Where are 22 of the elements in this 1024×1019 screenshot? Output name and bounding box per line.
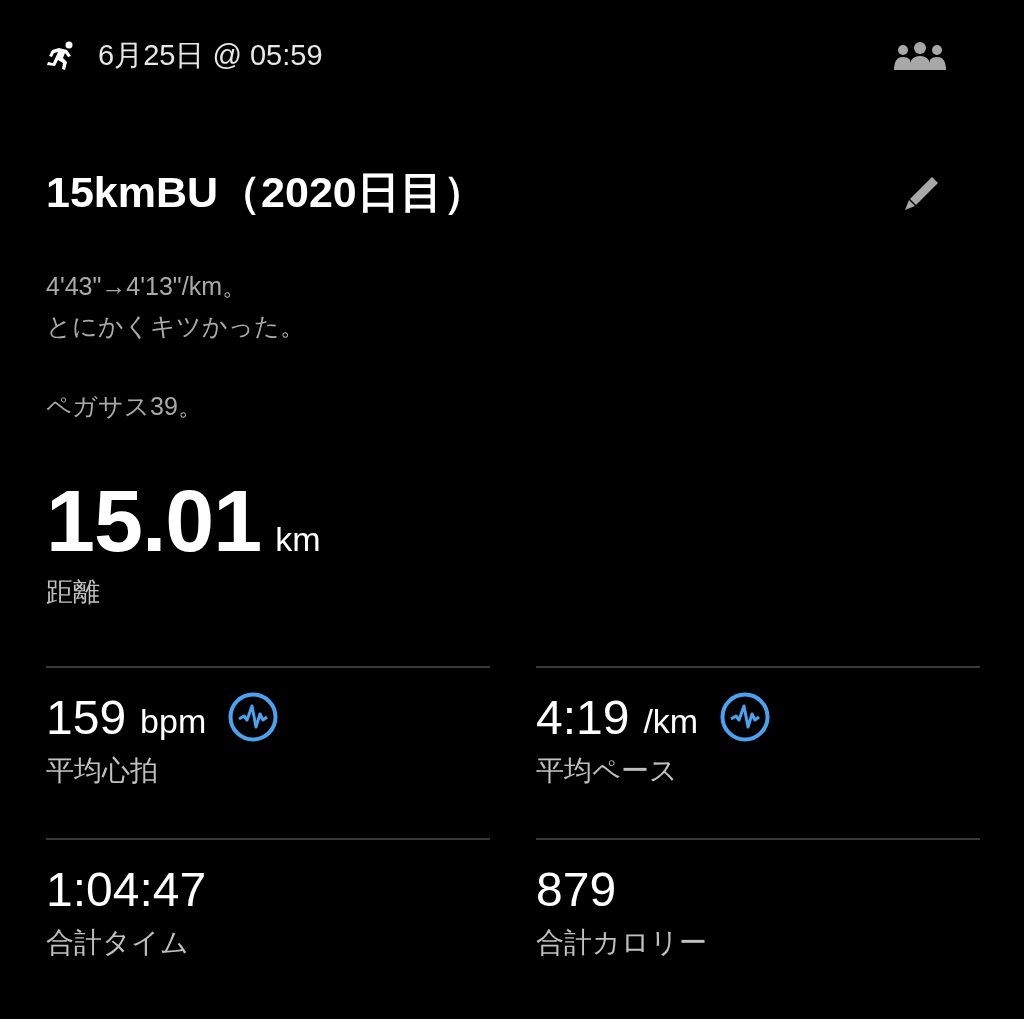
heart-rate-chart-icon[interactable]	[228, 692, 279, 742]
group-icon[interactable]	[894, 42, 946, 70]
distance-unit: km	[275, 520, 321, 559]
edit-pencil-icon[interactable]	[904, 175, 940, 211]
stat-value: 4:19	[536, 689, 630, 745]
heart-rate-chart-icon[interactable]	[720, 692, 771, 742]
stat-value: 1:04:47	[46, 861, 207, 917]
stat-label: 平均心拍	[46, 754, 159, 788]
activity-date: 6月25日 @ 05:59	[98, 38, 324, 73]
stat-label: 合計カロリー	[536, 926, 708, 960]
stat-unit: bpm	[140, 701, 207, 741]
distance-value: 15.01	[46, 470, 262, 572]
stat-value: 159	[46, 689, 127, 745]
stat-unit: /km	[643, 701, 699, 741]
note-text: とにかくキツかった。	[46, 311, 306, 342]
stat-label: 合計タイム	[46, 926, 190, 960]
distance-label: 距離	[46, 576, 101, 609]
note-text: 4'43"→4'13"/km。	[46, 271, 248, 302]
note-text: ペガサス39。	[46, 391, 204, 422]
activity-title: 15kmBU（2020日目）	[46, 167, 487, 218]
stat-label: 平均ペース	[536, 754, 679, 788]
stat-value: 879	[536, 861, 617, 917]
